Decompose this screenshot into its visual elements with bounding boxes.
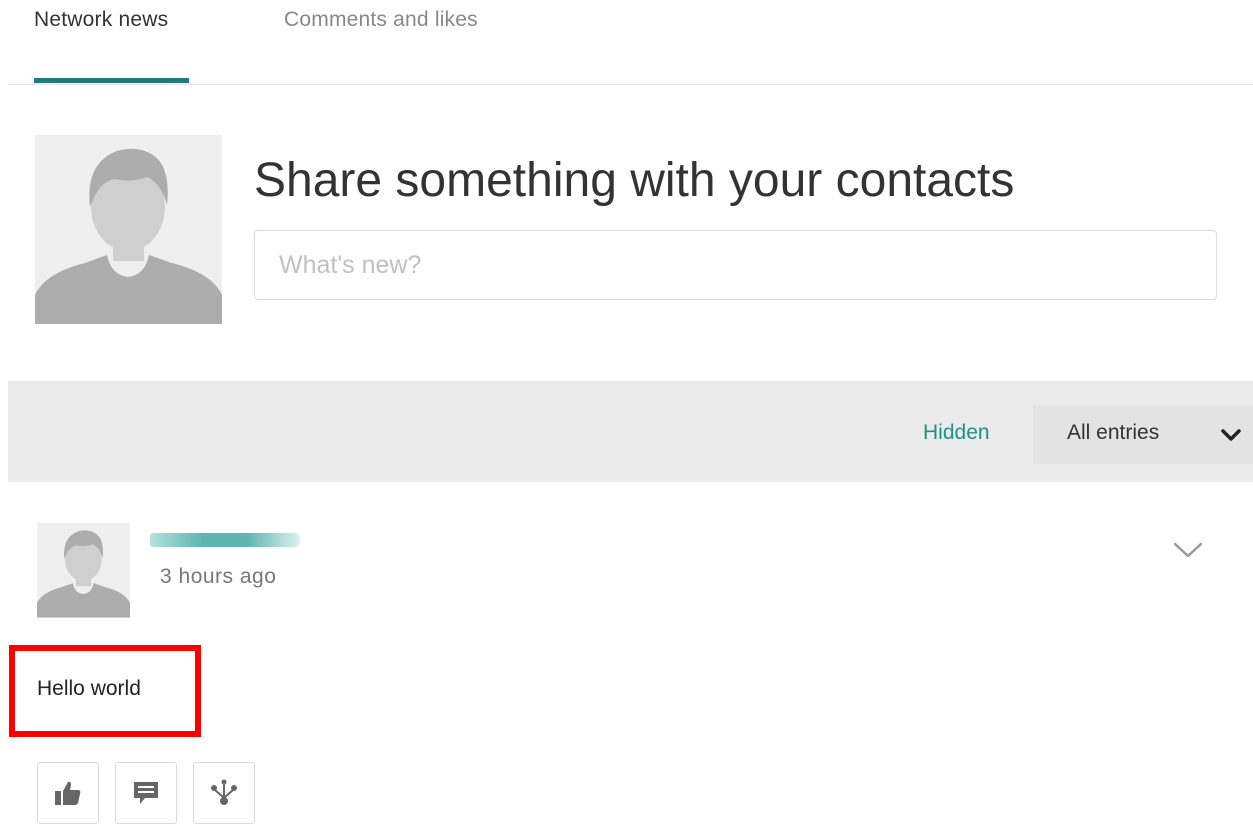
active-tab-indicator: [34, 78, 189, 83]
thumbs-up-icon: [55, 781, 81, 805]
feed-filter-bar: Hidden All entries: [8, 381, 1253, 482]
person-silhouette-icon: [35, 135, 222, 324]
whats-new-input[interactable]: [254, 230, 1217, 300]
comment-button[interactable]: [115, 762, 177, 824]
entries-filter-select[interactable]: All entries: [1033, 405, 1253, 464]
tab-network-news[interactable]: Network news: [34, 8, 168, 32]
share-icon: [211, 779, 237, 805]
composer-title: Share something with your contacts: [254, 154, 1015, 207]
post-author-name-redacted[interactable]: [150, 533, 300, 547]
hidden-link[interactable]: Hidden: [923, 421, 990, 445]
post-timestamp: 3 hours ago: [160, 565, 277, 588]
user-avatar: [35, 135, 222, 324]
comment-icon: [134, 782, 158, 804]
tab-comments-and-likes[interactable]: Comments and likes: [284, 8, 478, 32]
entries-filter-value: All entries: [1067, 421, 1160, 444]
post-text: Hello world: [37, 677, 141, 700]
post-menu-chevron-icon[interactable]: [1172, 538, 1204, 562]
tab-bar: Network news Comments and likes: [8, 0, 1253, 85]
post-author-avatar[interactable]: [37, 523, 130, 618]
chevron-down-icon: [1221, 429, 1241, 441]
like-button[interactable]: [37, 762, 99, 824]
person-silhouette-icon: [37, 523, 130, 618]
share-button[interactable]: [193, 762, 255, 824]
